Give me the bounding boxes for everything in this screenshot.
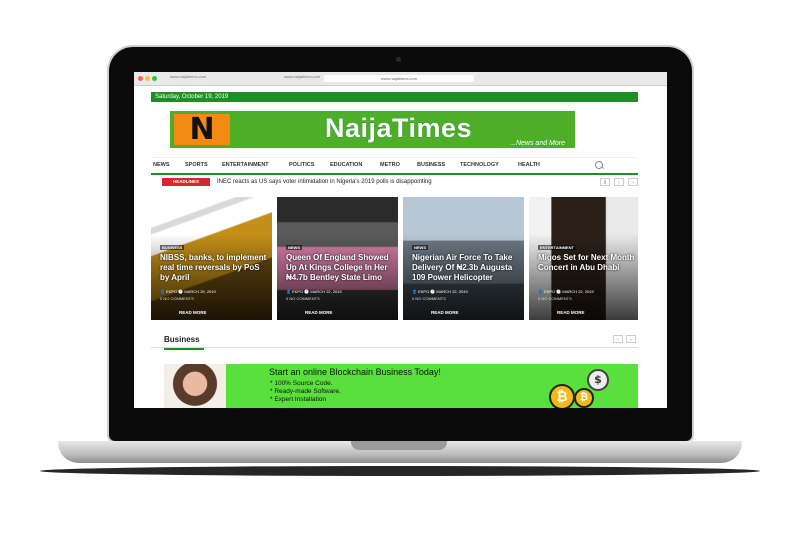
card-meta: 👤 EKPO 🕒 MARCH 22, 2019 bbox=[286, 289, 342, 294]
laptop-screen: www.naijatimes.com www.naijatimes.com ww… bbox=[134, 72, 667, 408]
card-category[interactable]: NEWS bbox=[286, 245, 302, 250]
card-date: MARCH 22, 2019 bbox=[436, 289, 468, 294]
card-meta: 👤 EKPO 🕒 MARCH 22, 2019 bbox=[412, 289, 468, 294]
ad-line: * Ready-made Software. bbox=[270, 388, 341, 395]
nav-item-education[interactable]: EDUCATION bbox=[330, 162, 362, 168]
card-author: EKPO bbox=[292, 289, 304, 294]
nav-item-politics[interactable]: POLITICS bbox=[289, 162, 314, 168]
search-icon[interactable] bbox=[595, 161, 603, 169]
site-logo[interactable]: N NaijaTimes ...News and More bbox=[170, 111, 575, 148]
chevron-right-icon[interactable]: › bbox=[626, 335, 636, 343]
featured-grid: BUSINESS NIBSS, banks, to implement real… bbox=[151, 197, 638, 320]
card-title[interactable]: Nigerian Air Force To Take Delivery Of ₦… bbox=[412, 253, 520, 283]
ad-line: * Expert Installation bbox=[270, 396, 327, 403]
card-title[interactable]: Migos Set for Next Month Concert in Abu … bbox=[538, 253, 636, 273]
card-comments[interactable]: 0 NO COMMENTS bbox=[412, 296, 446, 301]
dollar-coin-icon: $ bbox=[587, 369, 609, 391]
read-more-link[interactable]: READ MORE bbox=[557, 310, 585, 315]
card-meta: 👤 EKPO 🕒 MARCH 22, 2019 bbox=[538, 289, 594, 294]
chevron-right-icon[interactable]: › bbox=[628, 178, 638, 186]
card-category[interactable]: BUSINESS bbox=[160, 245, 185, 250]
browser-tab[interactable]: www.naijatimes.com bbox=[170, 74, 206, 79]
headline-link[interactable]: INEC reacts as US says voter intimidatio… bbox=[217, 177, 432, 187]
card-author: EKPO bbox=[166, 289, 178, 294]
featured-card[interactable]: BUSINESS NIBSS, banks, to implement real… bbox=[151, 197, 272, 320]
business-section-header: Business ‹ › bbox=[151, 333, 638, 350]
ad-banner[interactable]: Start an online Blockchain Business Toda… bbox=[164, 364, 638, 408]
browser-toolbar: www.naijatimes.com www.naijatimes.com ww… bbox=[134, 72, 667, 86]
ad-line: * 100% Source Code. bbox=[270, 380, 333, 387]
featured-card[interactable]: ENTERTAINMENT Migos Set for Next Month C… bbox=[529, 197, 638, 320]
nav-item-sports[interactable]: SPORTS bbox=[185, 162, 208, 168]
card-date: MARCH 22, 2019 bbox=[310, 289, 342, 294]
maximize-icon[interactable] bbox=[152, 76, 157, 81]
card-category[interactable]: ENTERTAINMENT bbox=[538, 245, 576, 250]
nav-item-technology[interactable]: TECHNOLOGY bbox=[460, 162, 499, 168]
featured-card[interactable]: NEWS Queen Of England Showed Up At Kings… bbox=[277, 197, 398, 320]
read-more-link[interactable]: READ MORE bbox=[431, 310, 459, 315]
featured-card[interactable]: NEWS Nigerian Air Force To Take Delivery… bbox=[403, 197, 524, 320]
website: Saturday, October 19, 2019 N NaijaTimes … bbox=[151, 86, 638, 408]
read-more-link[interactable]: READ MORE bbox=[305, 310, 333, 315]
close-icon[interactable] bbox=[138, 76, 143, 81]
ad-headline: Start an online Blockchain Business Toda… bbox=[269, 367, 441, 377]
nav-item-entertainment[interactable]: ENTERTAINMENT bbox=[222, 162, 269, 168]
bitcoin-icon: ₿ bbox=[574, 388, 594, 408]
nav-item-news[interactable]: NEWS bbox=[153, 162, 170, 168]
card-title[interactable]: NIBSS, banks, to implement real time rev… bbox=[160, 253, 268, 283]
section-title: Business bbox=[164, 335, 204, 350]
browser-tab[interactable]: www.naijatimes.com bbox=[284, 74, 320, 79]
bitcoin-icon: ₿ bbox=[549, 384, 575, 408]
nav-item-health[interactable]: HEALTH bbox=[518, 162, 540, 168]
card-category[interactable]: NEWS bbox=[412, 245, 428, 250]
pause-icon[interactable]: II bbox=[600, 178, 610, 186]
headlines-label: HEADLINES bbox=[162, 178, 210, 186]
logo-title: NaijaTimes bbox=[325, 113, 473, 143]
nav-item-business[interactable]: BUSINESS bbox=[417, 162, 445, 168]
card-author: EKPO bbox=[544, 289, 556, 294]
card-date: MARCH 25, 2019 bbox=[184, 289, 216, 294]
chevron-left-icon[interactable]: ‹ bbox=[614, 178, 624, 186]
headline-ticker: HEADLINES INEC reacts as US says voter i… bbox=[151, 176, 638, 188]
card-comments[interactable]: 0 NO COMMENTS bbox=[538, 296, 572, 301]
card-date: MARCH 22, 2019 bbox=[562, 289, 594, 294]
card-comments[interactable]: 0 NO COMMENTS bbox=[160, 296, 194, 301]
card-title[interactable]: Queen Of England Showed Up At Kings Coll… bbox=[286, 253, 394, 283]
camera-icon bbox=[396, 57, 401, 62]
nav-item-metro[interactable]: METRO bbox=[380, 162, 400, 168]
minimize-icon[interactable] bbox=[145, 76, 150, 81]
laptop-shadow bbox=[40, 466, 760, 476]
card-meta: 👤 EKPO 🕒 MARCH 25, 2019 bbox=[160, 289, 216, 294]
read-more-link[interactable]: READ MORE bbox=[179, 310, 207, 315]
chevron-left-icon[interactable]: ‹ bbox=[613, 335, 623, 343]
laptop-notch bbox=[351, 441, 447, 450]
ad-image bbox=[164, 364, 226, 408]
card-comments[interactable]: 0 NO COMMENTS bbox=[286, 296, 320, 301]
address-bar[interactable]: www.naijatimes.com bbox=[324, 75, 474, 82]
main-nav: NEWS SPORTS ENTERTAINMENT POLITICS EDUCA… bbox=[151, 157, 638, 175]
logo-letter: N bbox=[174, 114, 230, 145]
card-author: EKPO bbox=[418, 289, 430, 294]
date-bar: Saturday, October 19, 2019 bbox=[151, 92, 638, 102]
logo-tagline: ...News and More bbox=[510, 140, 565, 147]
